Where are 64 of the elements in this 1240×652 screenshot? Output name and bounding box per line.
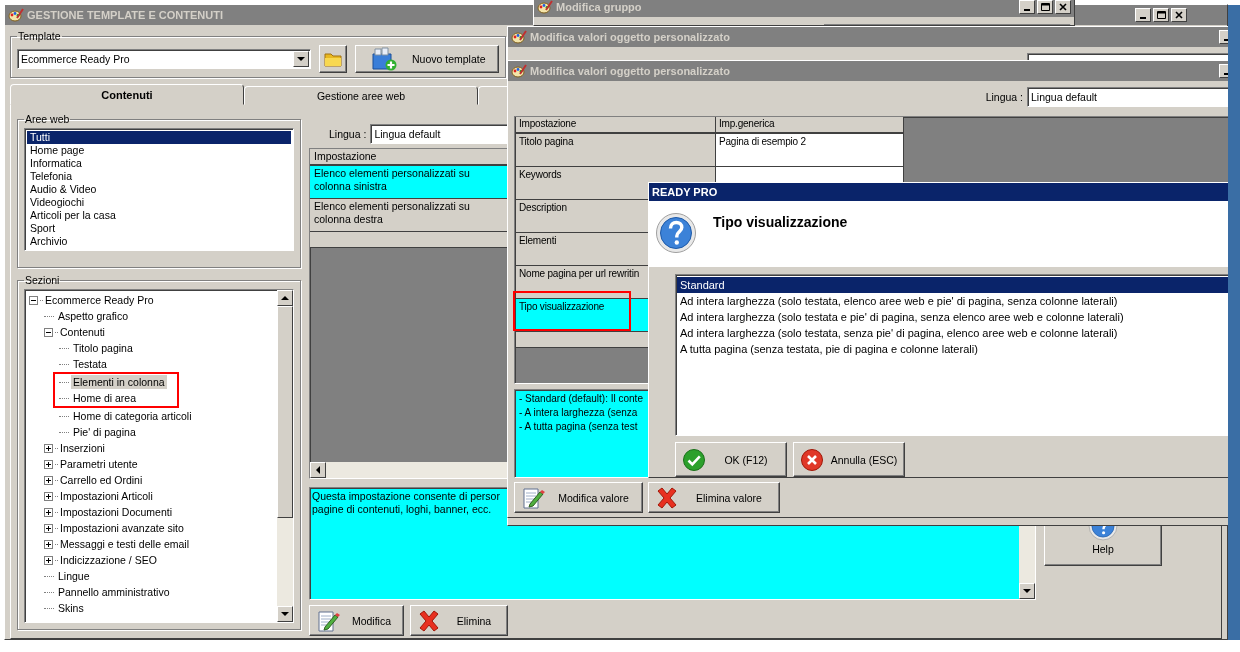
list-item[interactable]: Audio & Video xyxy=(27,183,291,196)
tree-item[interactable]: Carrello ed Ordini xyxy=(58,473,145,487)
tree-item[interactable]: Pannello amministrativo xyxy=(56,585,172,599)
ok-button[interactable]: OK (F12) xyxy=(675,442,787,477)
group-title: Aree web xyxy=(24,113,71,125)
list-item[interactable]: Ad intera larghezza (solo testata, senza pie' di pagina, elenco aree web e colonne laterali) xyxy=(677,325,1228,341)
delete-button[interactable]: Elimina xyxy=(410,605,508,636)
group-title: Template xyxy=(17,30,62,42)
tree-item[interactable]: Impostazioni Articoli xyxy=(58,489,155,503)
tree-item[interactable]: Aspetto grafico xyxy=(56,309,131,323)
column-header: Impostazione xyxy=(515,117,716,133)
list-item[interactable]: Ad intera larghezza (solo testata e pie' di pagina, senza elenco aree web e colonne laterali) xyxy=(677,309,1228,325)
description-text: Questa impostazione consente di persor pagine di contenuti, loghi, banner, ecc. xyxy=(312,490,500,516)
tree-item[interactable]: Contenuti xyxy=(58,325,107,339)
list-item[interactable]: Telefonia xyxy=(27,170,291,183)
description-text: - Standard (default): Il conte - A intera larghezza (senza - A tutta pagina (senza test xyxy=(519,392,644,434)
list-item[interactable]: Tutti xyxy=(27,131,291,144)
list-item[interactable]: Home page xyxy=(27,144,291,157)
dialog-heading: Tipo visualizzazione xyxy=(713,213,848,232)
tree-item[interactable]: Testata xyxy=(71,357,109,371)
list-item[interactable]: Archivio xyxy=(27,235,291,248)
list-item[interactable]: Ad intera larghezza (solo testata, elenco aree web e pie' di pagina, senza colonne laterali) xyxy=(677,293,1228,309)
tree-item[interactable]: Skins xyxy=(56,601,86,615)
field-label: Lingua : xyxy=(329,128,367,140)
list-item[interactable]: Informatica xyxy=(27,157,291,170)
tab[interactable]: Contenuti xyxy=(10,84,244,105)
tree-item[interactable]: Indicizzazione / SEO xyxy=(58,553,159,567)
tree-item[interactable]: Messaggi e testi delle email xyxy=(58,537,191,551)
window-title: Modifica valori oggetto personalizzato xyxy=(530,31,731,43)
table-cell[interactable]: Description xyxy=(519,201,567,213)
list-item[interactable]: A tutta pagina (senza testata, pie di pagina e colonne laterali) xyxy=(677,341,1228,357)
tree-item[interactable]: Titolo pagina xyxy=(71,341,135,355)
list-item[interactable]: Sport xyxy=(27,222,291,235)
tree-item[interactable]: Pie' di pagina xyxy=(71,425,138,439)
cancel-button[interactable]: Annulla (ESC) xyxy=(793,442,905,477)
table-cell[interactable]: Pagina di esempio 2 xyxy=(719,136,806,147)
list-item[interactable]: Videogiochi xyxy=(27,196,291,209)
tree-item[interactable]: Ecommerce Ready Pro xyxy=(43,293,156,307)
tree-item[interactable]: Home di categoria articoli xyxy=(71,409,194,423)
tree-item[interactable]: Inserzioni xyxy=(58,441,107,455)
delete-button[interactable]: Elimina valore xyxy=(648,482,780,513)
tree-item[interactable]: Home di area xyxy=(71,391,139,405)
field-label: Lingua : xyxy=(985,91,1023,103)
tree-item[interactable]: Lingue xyxy=(56,569,92,583)
language-field[interactable]: Lingua default xyxy=(1027,87,1228,107)
list-item[interactable]: Standard xyxy=(677,277,1228,293)
edit-button[interactable]: Modifica valore xyxy=(514,482,643,513)
new-template-button[interactable]: Nuovo template xyxy=(355,45,499,73)
tree-item[interactable]: Impostazioni Documenti xyxy=(58,505,175,519)
window-title: Modifica valori oggetto personalizzato xyxy=(530,65,731,77)
tree-item[interactable]: Parametri utente xyxy=(58,457,140,471)
window-title: Modifica gruppo xyxy=(556,1,643,13)
list-item[interactable]: Articoli per la casa xyxy=(27,209,291,222)
group-title: Sezioni xyxy=(24,274,61,286)
tree-item[interactable]: Elementi in colonna xyxy=(71,375,167,389)
template-dropdown[interactable]: Ecommerce Ready Pro xyxy=(17,49,311,69)
table-cell[interactable]: Elementi xyxy=(519,234,557,246)
table-cell[interactable]: Keywords xyxy=(519,168,562,180)
tab[interactable]: Gestione aree web xyxy=(244,86,478,105)
table-cell[interactable]: Titolo pagina xyxy=(519,136,574,147)
edit-button[interactable]: Modifica xyxy=(309,605,404,636)
table-cell[interactable]: Tipo visualizzazione xyxy=(519,300,605,312)
window-title: READY PRO xyxy=(652,186,719,198)
tree-item[interactable]: Impostazioni avanzate sito xyxy=(58,521,186,535)
